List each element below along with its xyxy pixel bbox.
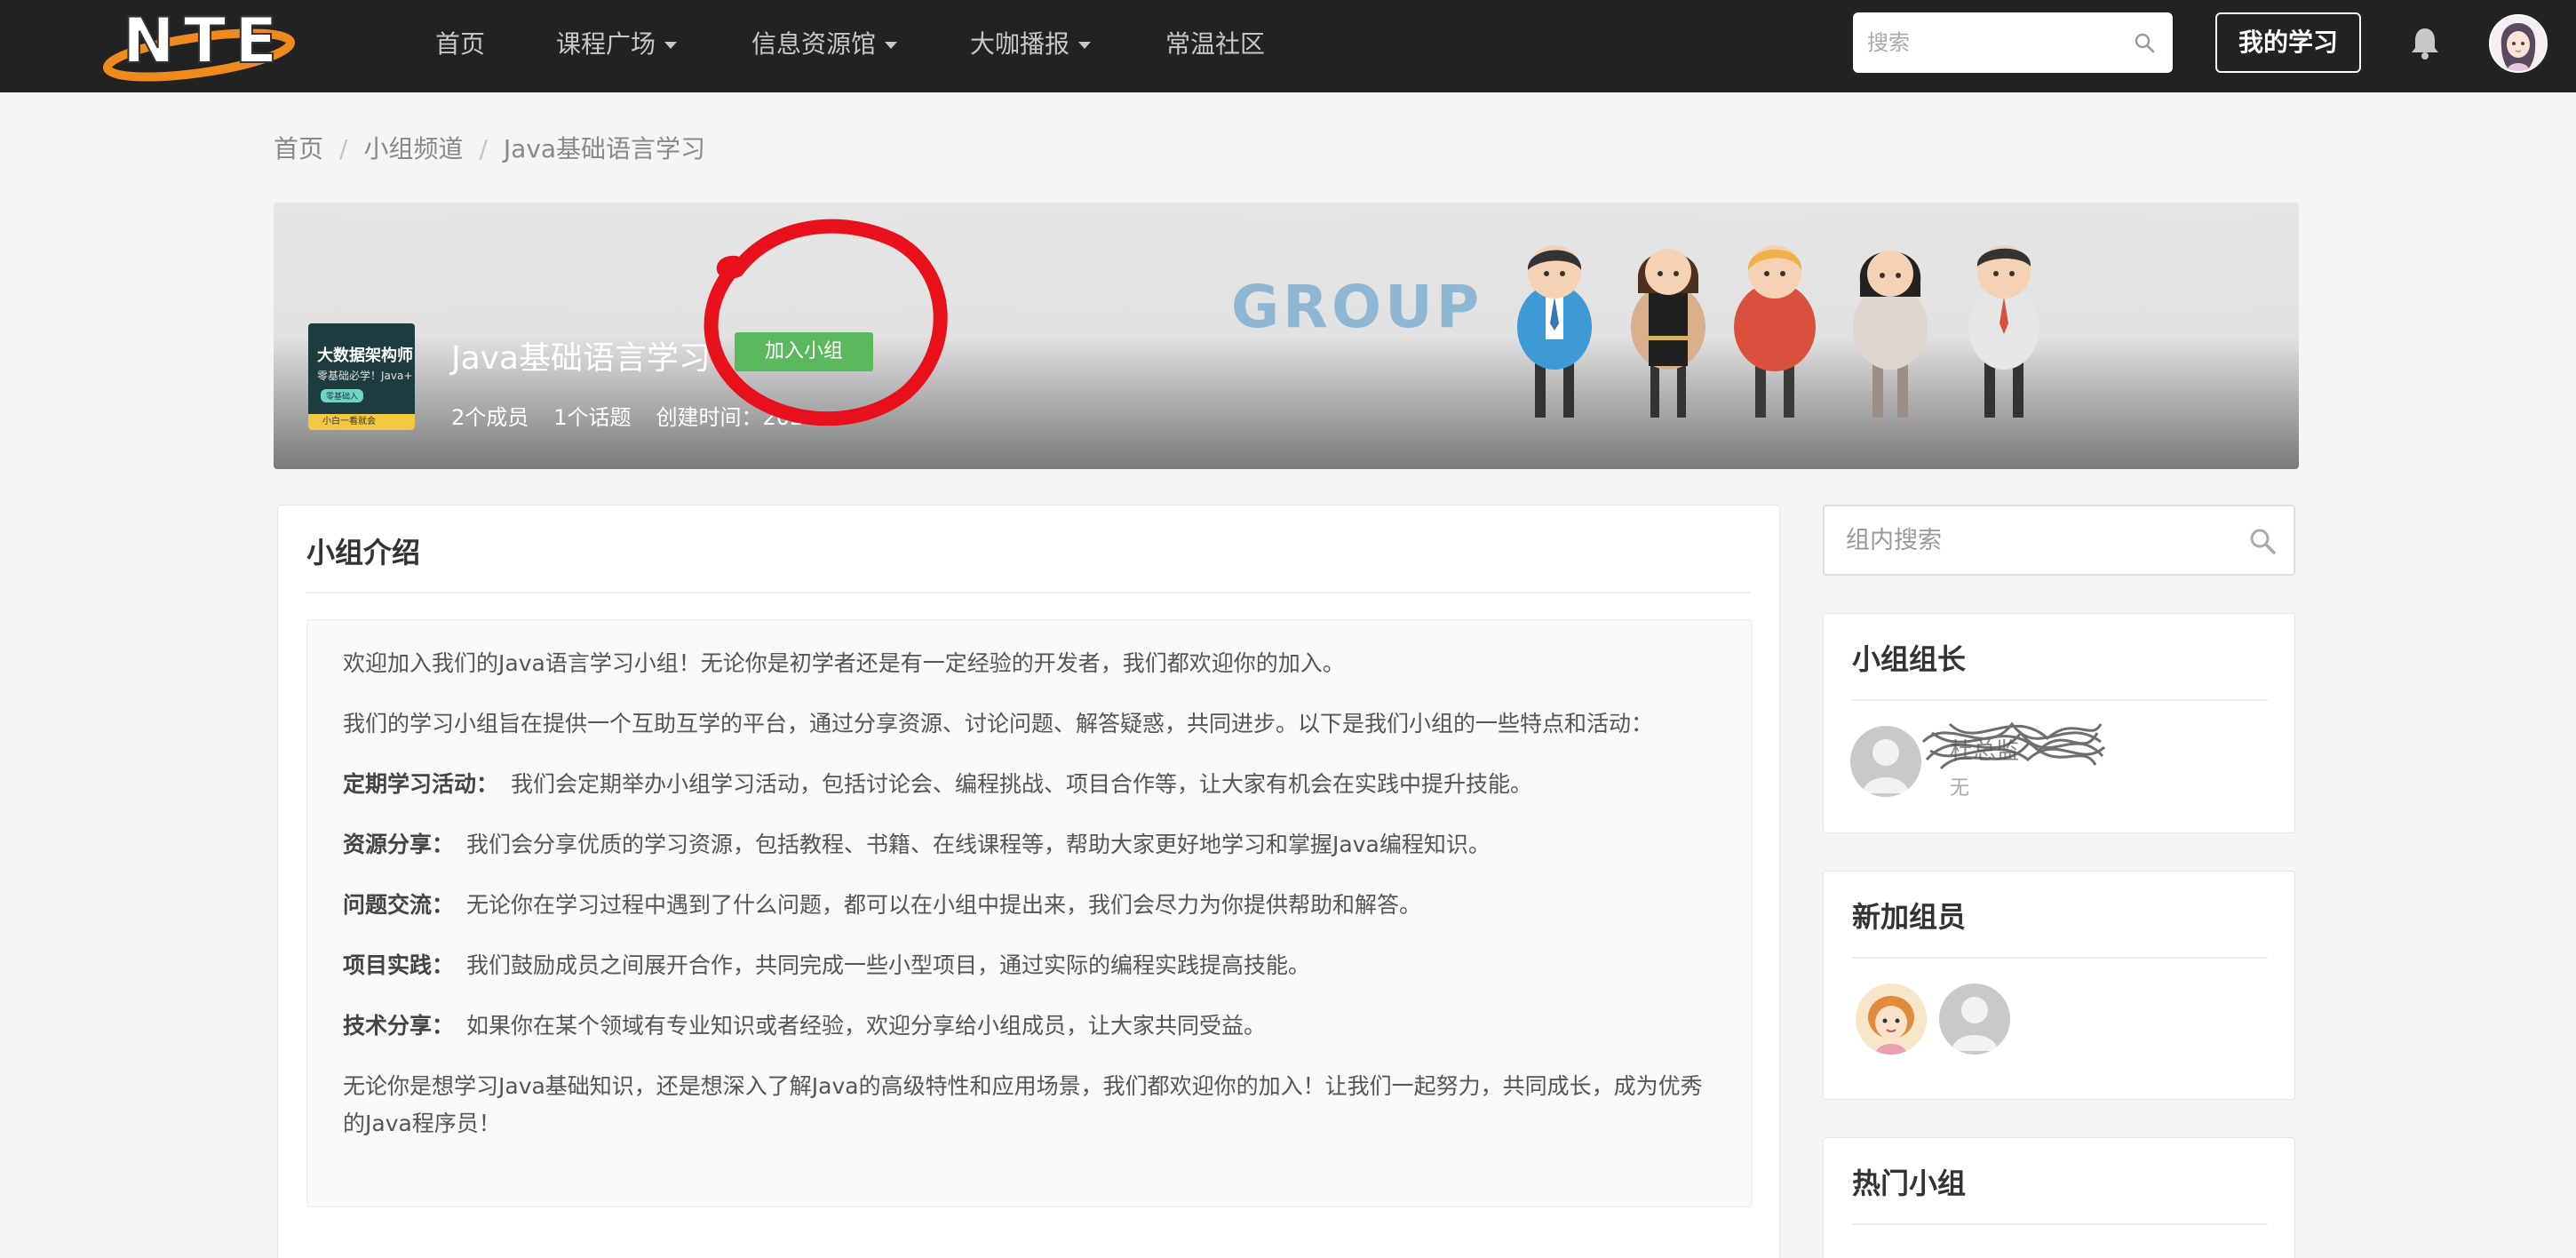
default-user-icon (1863, 739, 1909, 793)
group-search (1823, 505, 2295, 576)
paragraph-text: 我们鼓励成员之间展开合作，共同完成一些小型项目，通过实际的编程实践提高技能。 (466, 952, 1311, 978)
user-avatar-icon (2491, 16, 2546, 71)
paragraph-text: 无论你在学习过程中遇到了什么问题，都可以在小组中提出来，我们会尽力为你提供帮助和… (466, 892, 1422, 918)
breadcrumb-separator: / (479, 134, 488, 163)
bell-icon[interactable] (2409, 25, 2441, 60)
created-time: 创建时间：202 (656, 405, 804, 430)
nav-item-home[interactable]: 首页 (435, 0, 485, 92)
cartoon-avatar-icon (1856, 983, 1927, 1055)
chevron-down-icon (885, 42, 898, 49)
divider (306, 592, 1751, 593)
nav-label: 课程广场 (556, 29, 656, 59)
nav-label: 首页 (435, 29, 486, 59)
paragraph-text: 无论你是想学习Java基础知识，还是想深入了解Java的高级特性和应用场景，我们… (343, 1073, 1703, 1136)
group-stats: 2个成员 1个话题 创建时间：202 (451, 400, 828, 431)
intro-paragraph: 欢迎加入我们的Java语言学习小组！无论你是初学者还是有一定经验的开发者，我们都… (343, 645, 1716, 682)
topic-count: 1个话题 (553, 405, 632, 430)
leader-avatar[interactable] (1850, 726, 1921, 797)
intro-paragraph: 问题交流： 无论你在学习过程中遇到了什么问题，都可以在小组中提出来，我们会尽力为你… (343, 887, 1716, 924)
paragraph-text: 我们会分享优质的学习资源，包括教程、书籍、在线课程等，帮助大家更好地学习和掌握J… (466, 832, 1491, 857)
new-members-title: 新加组员 (1852, 900, 1967, 934)
paragraph-lead: 资源分享： (343, 832, 455, 857)
paragraph-text: 我们会定期举办小组学习活动，包括讨论会、编程挑战、项目合作等，让大家有机会在实践… (511, 771, 1533, 797)
nte-logo[interactable]: NTE (99, 4, 304, 85)
nav-item-community[interactable]: 常温社区 (1165, 0, 1265, 92)
join-group-button[interactable]: 加入小组 (735, 332, 873, 371)
intro-paragraph: 我们的学习小组旨在提供一个互助互学的平台，通过分享资源、讨论问题、解答疑惑，共同… (343, 705, 1716, 743)
default-user-icon (1952, 997, 1998, 1051)
intro-paragraph: 技术分享： 如果你在某个领域有专业知识或者经验，欢迎分享给小组成员，让大家共同受益… (343, 1007, 1716, 1045)
cover-tag: 零基础入 (321, 389, 364, 402)
user-avatar[interactable] (2489, 14, 2548, 73)
breadcrumb-home[interactable]: 首页 (274, 134, 323, 163)
nav-item-broadcast[interactable]: 大咖播报 (970, 0, 1092, 92)
divider (1852, 699, 2268, 701)
intro-content: 欢迎加入我们的Java语言学习小组！无论你是初学者还是有一定经验的开发者，我们都… (306, 619, 1753, 1207)
search-icon[interactable] (2249, 528, 2276, 554)
member-avatar[interactable] (1939, 983, 2010, 1055)
nav-label: 信息资源馆 (751, 29, 877, 59)
divider (1852, 957, 2268, 959)
my-study-button[interactable]: 我的学习 (2215, 12, 2361, 73)
divider (1852, 1223, 2268, 1225)
member-count: 2个成员 (451, 405, 529, 430)
logo-text: NTE (123, 4, 286, 77)
new-members-card: 新加组员 (1823, 871, 2295, 1100)
group-intro-panel: 小组介绍 欢迎加入我们的Java语言学习小组！无论你是初学者还是有一定经验的开发… (277, 505, 1780, 1258)
top-navbar: NTE 首页 课程广场 信息资源馆 大咖播报 常温社区 我的学习 (0, 0, 2576, 92)
nav-label: 常温社区 (1165, 29, 1266, 59)
cover-line: 大数据架构师 (317, 346, 413, 365)
paragraph-text: 我们的学习小组旨在提供一个互助互学的平台，通过分享资源、讨论问题、解答疑惑，共同… (343, 711, 1654, 736)
cover-footer: 小白一看就会 (308, 414, 415, 430)
breadcrumb-separator: / (339, 134, 348, 163)
intro-paragraph: 资源分享： 我们会分享优质的学习资源，包括教程、书籍、在线课程等，帮助大家更好地学… (343, 826, 1716, 864)
member-avatar[interactable] (1856, 983, 1927, 1055)
nav-item-resources[interactable]: 信息资源馆 (751, 0, 898, 92)
paragraph-lead: 项目实践： (343, 952, 455, 978)
hot-groups-title: 热门小组 (1852, 1166, 1967, 1200)
group-cover-image: 大数据架构师 零基础必学！Java+ 零基础入 小白一看就会 (308, 323, 415, 430)
paragraph-text: 欢迎加入我们的Java语言学习小组！无论你是初学者还是有一定经验的开发者，我们都… (343, 650, 1345, 676)
hot-groups-card: 热门小组 (1823, 1137, 2295, 1258)
paragraph-text: 如果你在某个领域有专业知识或者经验，欢迎分享给小组成员，让大家共同受益。 (466, 1013, 1267, 1039)
intro-title: 小组介绍 (306, 536, 421, 569)
chevron-down-icon (664, 42, 678, 49)
group-banner: GROUP 大数据架构师 零基础必学！Java+ 零基础入 小白一看就会 Jav… (274, 203, 2299, 469)
intro-paragraph: 定期学习活动： 我们会定期举办小组学习活动，包括讨论会、编程挑战、项目合作等，让大… (343, 766, 1716, 803)
cover-line: 零基础必学！Java+ (317, 370, 413, 382)
nav-label: 大咖播报 (970, 29, 1070, 59)
global-search-input[interactable] (1867, 12, 2125, 73)
search-icon[interactable] (2134, 32, 2155, 53)
redaction-scribble (1921, 721, 2106, 770)
paragraph-lead: 问题交流： (343, 892, 455, 918)
breadcrumb: 首页 / 小组频道 / Java基础语言学习 (274, 130, 705, 165)
chevron-down-icon (1078, 42, 1092, 49)
global-search (1853, 12, 2173, 73)
breadcrumb-groups[interactable]: 小组频道 (363, 134, 463, 163)
group-title: Java基础语言学习 (451, 340, 712, 377)
paragraph-lead: 技术分享： (343, 1013, 455, 1039)
intro-paragraph: 项目实践： 我们鼓励成员之间展开合作，共同完成一些小型项目，通过实际的编程实践提高… (343, 947, 1716, 984)
nav-item-courses[interactable]: 课程广场 (556, 0, 678, 92)
leader-title: 小组组长 (1852, 642, 1967, 676)
group-search-input[interactable] (1846, 506, 2237, 574)
intro-paragraph: 无论你是想学习Java基础知识，还是想深入了解Java的高级特性和应用场景，我们… (343, 1068, 1716, 1143)
breadcrumb-current: Java基础语言学习 (503, 134, 706, 163)
group-leader-card: 小组组长 杜总监 无 (1823, 613, 2295, 833)
paragraph-lead: 定期学习活动： (343, 771, 499, 797)
group-art-text: GROUP (1231, 273, 1483, 341)
